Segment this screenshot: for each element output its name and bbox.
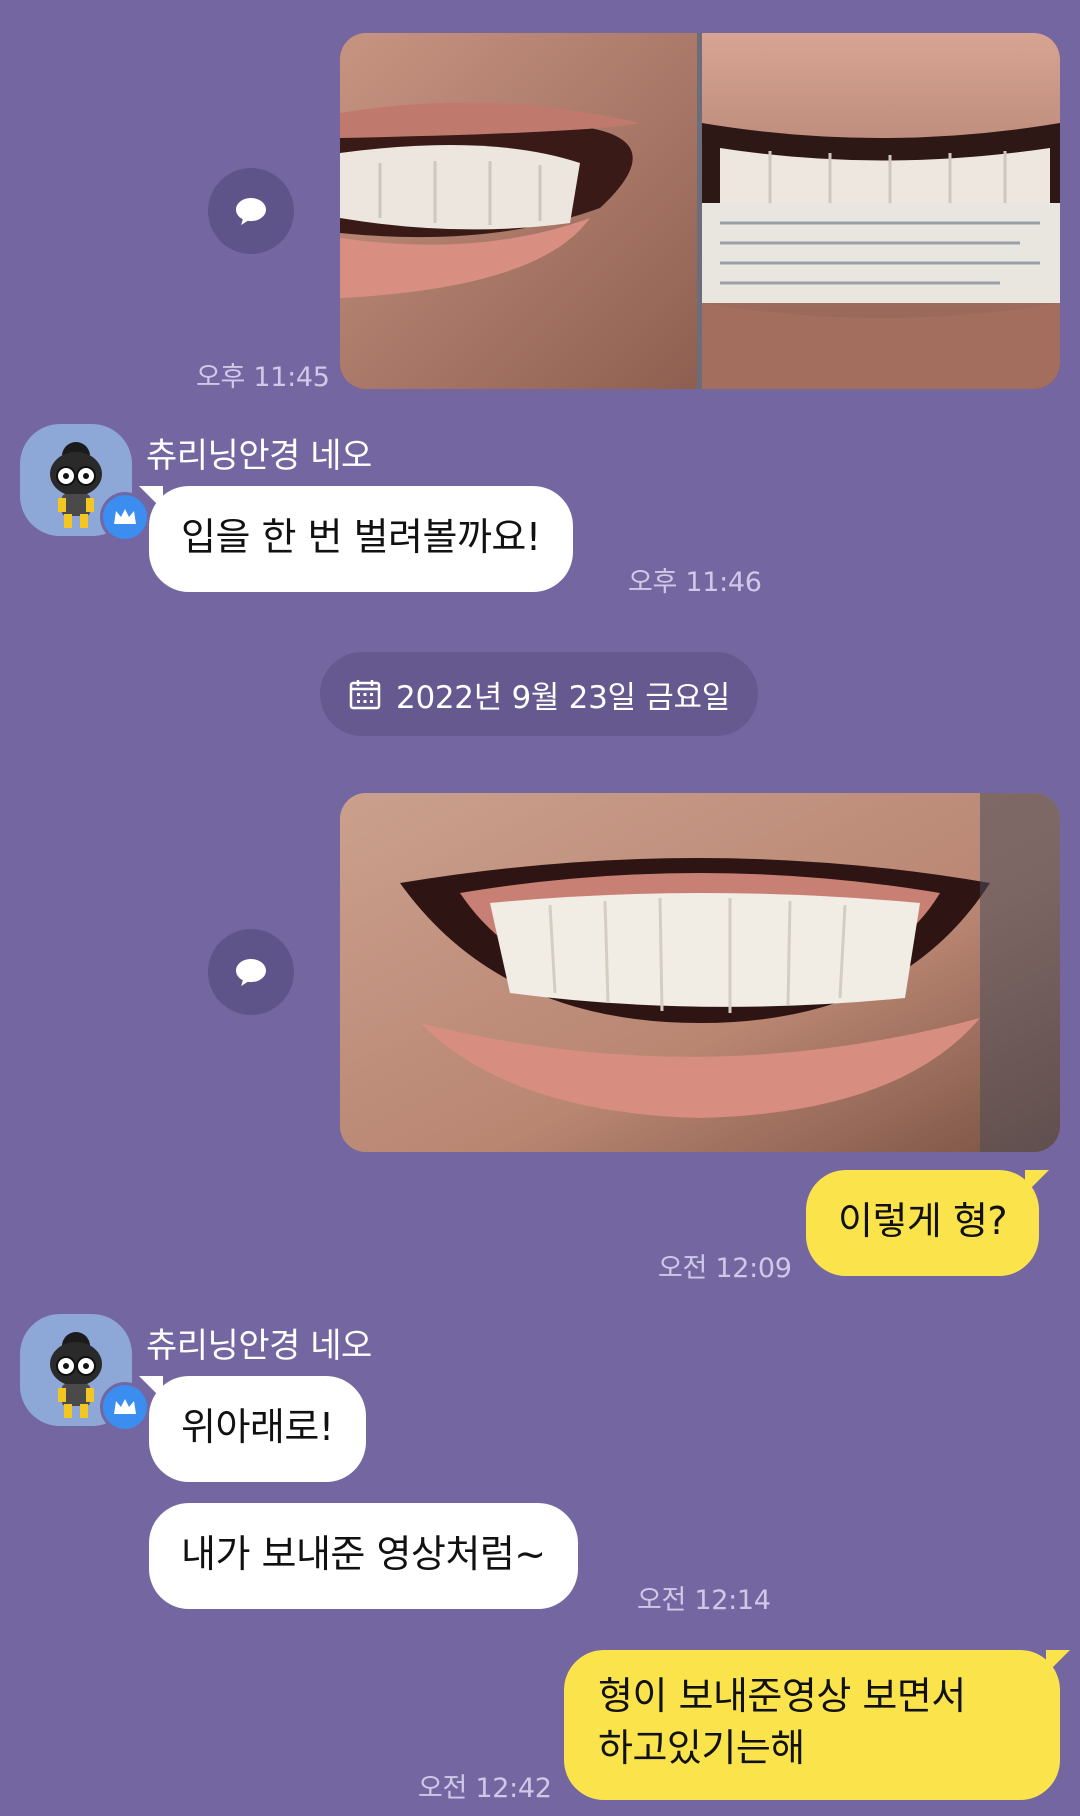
- chat-bubble[interactable]: 내가 보내준 영상처럼~: [149, 1503, 578, 1609]
- avatar[interactable]: [20, 424, 150, 542]
- crown-icon: [114, 509, 136, 524]
- timestamp: 오전 12:09: [658, 1253, 792, 1284]
- chat-bubble[interactable]: 이렇게 형?: [806, 1170, 1050, 1276]
- chat-bubble[interactable]: 위아래로!: [139, 1376, 366, 1482]
- timestamp: 오후 11:46: [628, 567, 762, 598]
- crown-icon: [114, 1399, 136, 1414]
- smile-photo-pair: [340, 33, 1060, 389]
- photo-attachment[interactable]: [340, 793, 1060, 1152]
- share-button[interactable]: [208, 168, 294, 254]
- message-line: 형이 보내준영상 보면서: [598, 1674, 966, 1718]
- timestamp: 오전 12:14: [637, 1585, 771, 1616]
- timestamp: 오전 12:42: [418, 1773, 552, 1804]
- chat-bubble[interactable]: 형이 보내준영상 보면서 하고있기는해: [564, 1650, 1070, 1800]
- message-line: 하고있기는해: [598, 1726, 805, 1770]
- timestamp: 오후 11:45: [196, 362, 330, 393]
- speech-bubble-icon: [236, 959, 266, 986]
- sender-name: 츄리닝안경 네오: [146, 436, 372, 476]
- sender-name: 츄리닝안경 네오: [146, 1326, 372, 1366]
- smile-photo: [340, 793, 1060, 1152]
- speech-bubble-icon: [236, 198, 266, 225]
- avatar[interactable]: [20, 1314, 150, 1432]
- date-text: 2022년 9월 23일 금요일: [396, 679, 730, 716]
- chat-bubble[interactable]: 입을 한 번 벌려볼까요!: [139, 486, 573, 592]
- calendar-icon: [349, 680, 381, 710]
- date-divider: 2022년 9월 23일 금요일: [320, 652, 758, 736]
- share-button[interactable]: [208, 929, 294, 1015]
- photo-attachment[interactable]: [340, 33, 1060, 389]
